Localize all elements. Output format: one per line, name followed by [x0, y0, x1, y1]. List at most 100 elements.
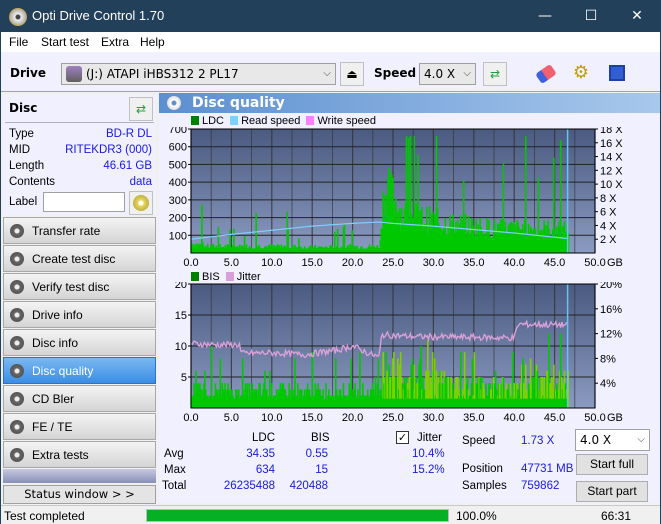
- sidebar-item-extra-tests[interactable]: Extra tests: [3, 441, 156, 468]
- label-input[interactable]: [43, 192, 125, 212]
- y-tick-label: 20: [175, 282, 187, 291]
- x-tick-label: 25.0: [382, 412, 403, 422]
- test-speed-value: 4.0 X: [580, 433, 612, 447]
- x-tick-label: 10.0: [261, 412, 282, 422]
- save-button[interactable]: [605, 62, 629, 86]
- data-bar-floor: [191, 398, 568, 408]
- x-tick-label: 15.0: [301, 257, 322, 267]
- settings-button[interactable]: ⚙: [569, 62, 593, 86]
- max-jitter: 15.2%: [412, 464, 445, 476]
- max-ldc: 634: [255, 464, 275, 476]
- bis-header: BIS: [311, 432, 330, 444]
- sidebar-item-disc-quality[interactable]: Disc quality: [3, 357, 156, 384]
- progress-fill: [147, 510, 448, 521]
- sidebar-item-disc-info[interactable]: Disc info: [3, 329, 156, 356]
- y2-tick-label: 12 X: [600, 165, 623, 177]
- x-tick-label: 45.0: [544, 257, 565, 267]
- refresh-arrows-icon: ⇄: [489, 67, 501, 81]
- x-tick-label: 50.0: [584, 257, 605, 267]
- y2-tick-label: 6 X: [600, 207, 617, 219]
- chevron-down-icon: ⌵: [463, 68, 471, 79]
- disc-test-icon: [10, 392, 24, 406]
- status-text: Test completed: [4, 509, 85, 523]
- disc-refresh-button[interactable]: ⇄: [129, 97, 153, 121]
- sidebar-item-cd-bler[interactable]: CD Bler: [3, 385, 156, 412]
- sidebar-item-verify-test-disc[interactable]: Verify test disc: [3, 273, 156, 300]
- x-axis-label: GB: [607, 412, 623, 422]
- total-ldc: 26235488: [223, 480, 275, 492]
- minimize-button[interactable]: —: [522, 1, 568, 32]
- jitter-checkbox[interactable]: ✓: [396, 431, 409, 444]
- sidebar-item-label: Disc quality: [32, 364, 94, 378]
- gears-icon: ⚙: [572, 62, 590, 83]
- test-speed-select[interactable]: 4.0 X ⌵: [575, 429, 650, 451]
- eject-button[interactable]: ⏏: [340, 62, 364, 86]
- sidebar-item-fe-te[interactable]: FE / TE: [3, 413, 156, 440]
- sidebar-item-transfer-rate[interactable]: Transfer rate: [3, 217, 156, 244]
- samples-label: Samples: [462, 480, 507, 492]
- x-tick-label: 5.0: [224, 412, 239, 422]
- disc-test-icon: [10, 420, 24, 434]
- x-tick-label: 0.0: [183, 412, 198, 422]
- avg-label: Avg: [164, 448, 184, 460]
- y2-tick-label: 4%: [600, 378, 616, 390]
- x-tick-label: 30.0: [423, 257, 444, 267]
- start-part-button[interactable]: Start part: [576, 481, 648, 502]
- data-bar: [343, 223, 346, 253]
- progress-percent: 100.0%: [456, 509, 497, 523]
- status-window-button[interactable]: Status window > >: [3, 485, 156, 504]
- label-disc-button[interactable]: [129, 191, 153, 215]
- max-bis: 15: [315, 464, 328, 476]
- y2-tick-label: 2 X: [600, 234, 617, 246]
- refresh-button[interactable]: ⇄: [483, 62, 507, 86]
- maximize-button[interactable]: ☐: [568, 1, 614, 32]
- y-tick-label: 400: [169, 177, 187, 189]
- speed-select[interactable]: 4.0 X ⌵: [419, 63, 476, 85]
- legend-read-speed: Read speed: [241, 115, 301, 127]
- app-disc-icon: [9, 8, 27, 26]
- sidebar-item-label: Drive info: [32, 308, 83, 322]
- floppy-save-icon: [609, 65, 625, 81]
- y2-tick-label: 16 X: [600, 138, 623, 150]
- y-tick-label: 600: [169, 142, 187, 154]
- x-tick-label: 0.0: [183, 257, 198, 267]
- position-label: Position: [462, 463, 503, 475]
- ldc-swatch: [191, 116, 199, 125]
- y-tick-label: 500: [169, 159, 187, 171]
- menu-file[interactable]: File: [9, 35, 28, 49]
- ldc-chart: 100 200 300 400 500 600 700 2 X 4 X6 X 8 X 10 X 12 …: [169, 127, 624, 267]
- total-label: Total: [162, 480, 187, 492]
- speed-stat-value: 1.73 X: [521, 435, 555, 447]
- y2-tick-label: 10 X: [600, 179, 623, 191]
- sidebar-item-create-test-disc[interactable]: Create test disc: [3, 245, 156, 272]
- menu-start-test[interactable]: Start test: [41, 35, 89, 49]
- x-tick-label: 35.0: [463, 412, 484, 422]
- x-tick-label: 10.0: [261, 257, 282, 267]
- menu-extra[interactable]: Extra: [101, 35, 129, 49]
- menu-help[interactable]: Help: [140, 35, 165, 49]
- disc-test-icon: [10, 308, 24, 322]
- chevron-down-icon: ⌵: [323, 68, 331, 79]
- y2-tick-label: 20%: [600, 282, 622, 291]
- title-bar: Opti Drive Control 1.70 — ☐ ✕: [1, 1, 660, 32]
- y2-tick-label: 8 X: [600, 193, 617, 205]
- toolbar: Drive (J:) ATAPI iHBS312 2 PL17 ⌵ ⏏ Spee…: [1, 52, 660, 92]
- erase-button[interactable]: [534, 62, 558, 86]
- disc-quality-panel: Disc quality LDC Read speed Write speed …: [159, 93, 660, 503]
- contents-value: data: [129, 176, 152, 188]
- close-button[interactable]: ✕: [614, 1, 660, 32]
- start-full-button[interactable]: Start full: [576, 454, 648, 475]
- drive-select[interactable]: (J:) ATAPI iHBS312 2 PL17 ⌵: [61, 63, 336, 85]
- contents-label: Contents: [9, 176, 56, 188]
- length-label: Length: [9, 160, 45, 172]
- x-tick-label: 35.0: [463, 257, 484, 267]
- disc-quality-icon: [167, 96, 181, 110]
- y2-tick-label: 18 X: [600, 127, 623, 136]
- x-tick-label: 40.0: [503, 412, 524, 422]
- sidebar-item-drive-info[interactable]: Drive info: [3, 301, 156, 328]
- y-tick-label: 5: [181, 372, 187, 384]
- sidebar-item-label: Create test disc: [32, 252, 116, 266]
- speed-label: Speed: [374, 66, 417, 80]
- progress-bar: [146, 509, 449, 522]
- legend-ldc: LDC: [202, 115, 225, 127]
